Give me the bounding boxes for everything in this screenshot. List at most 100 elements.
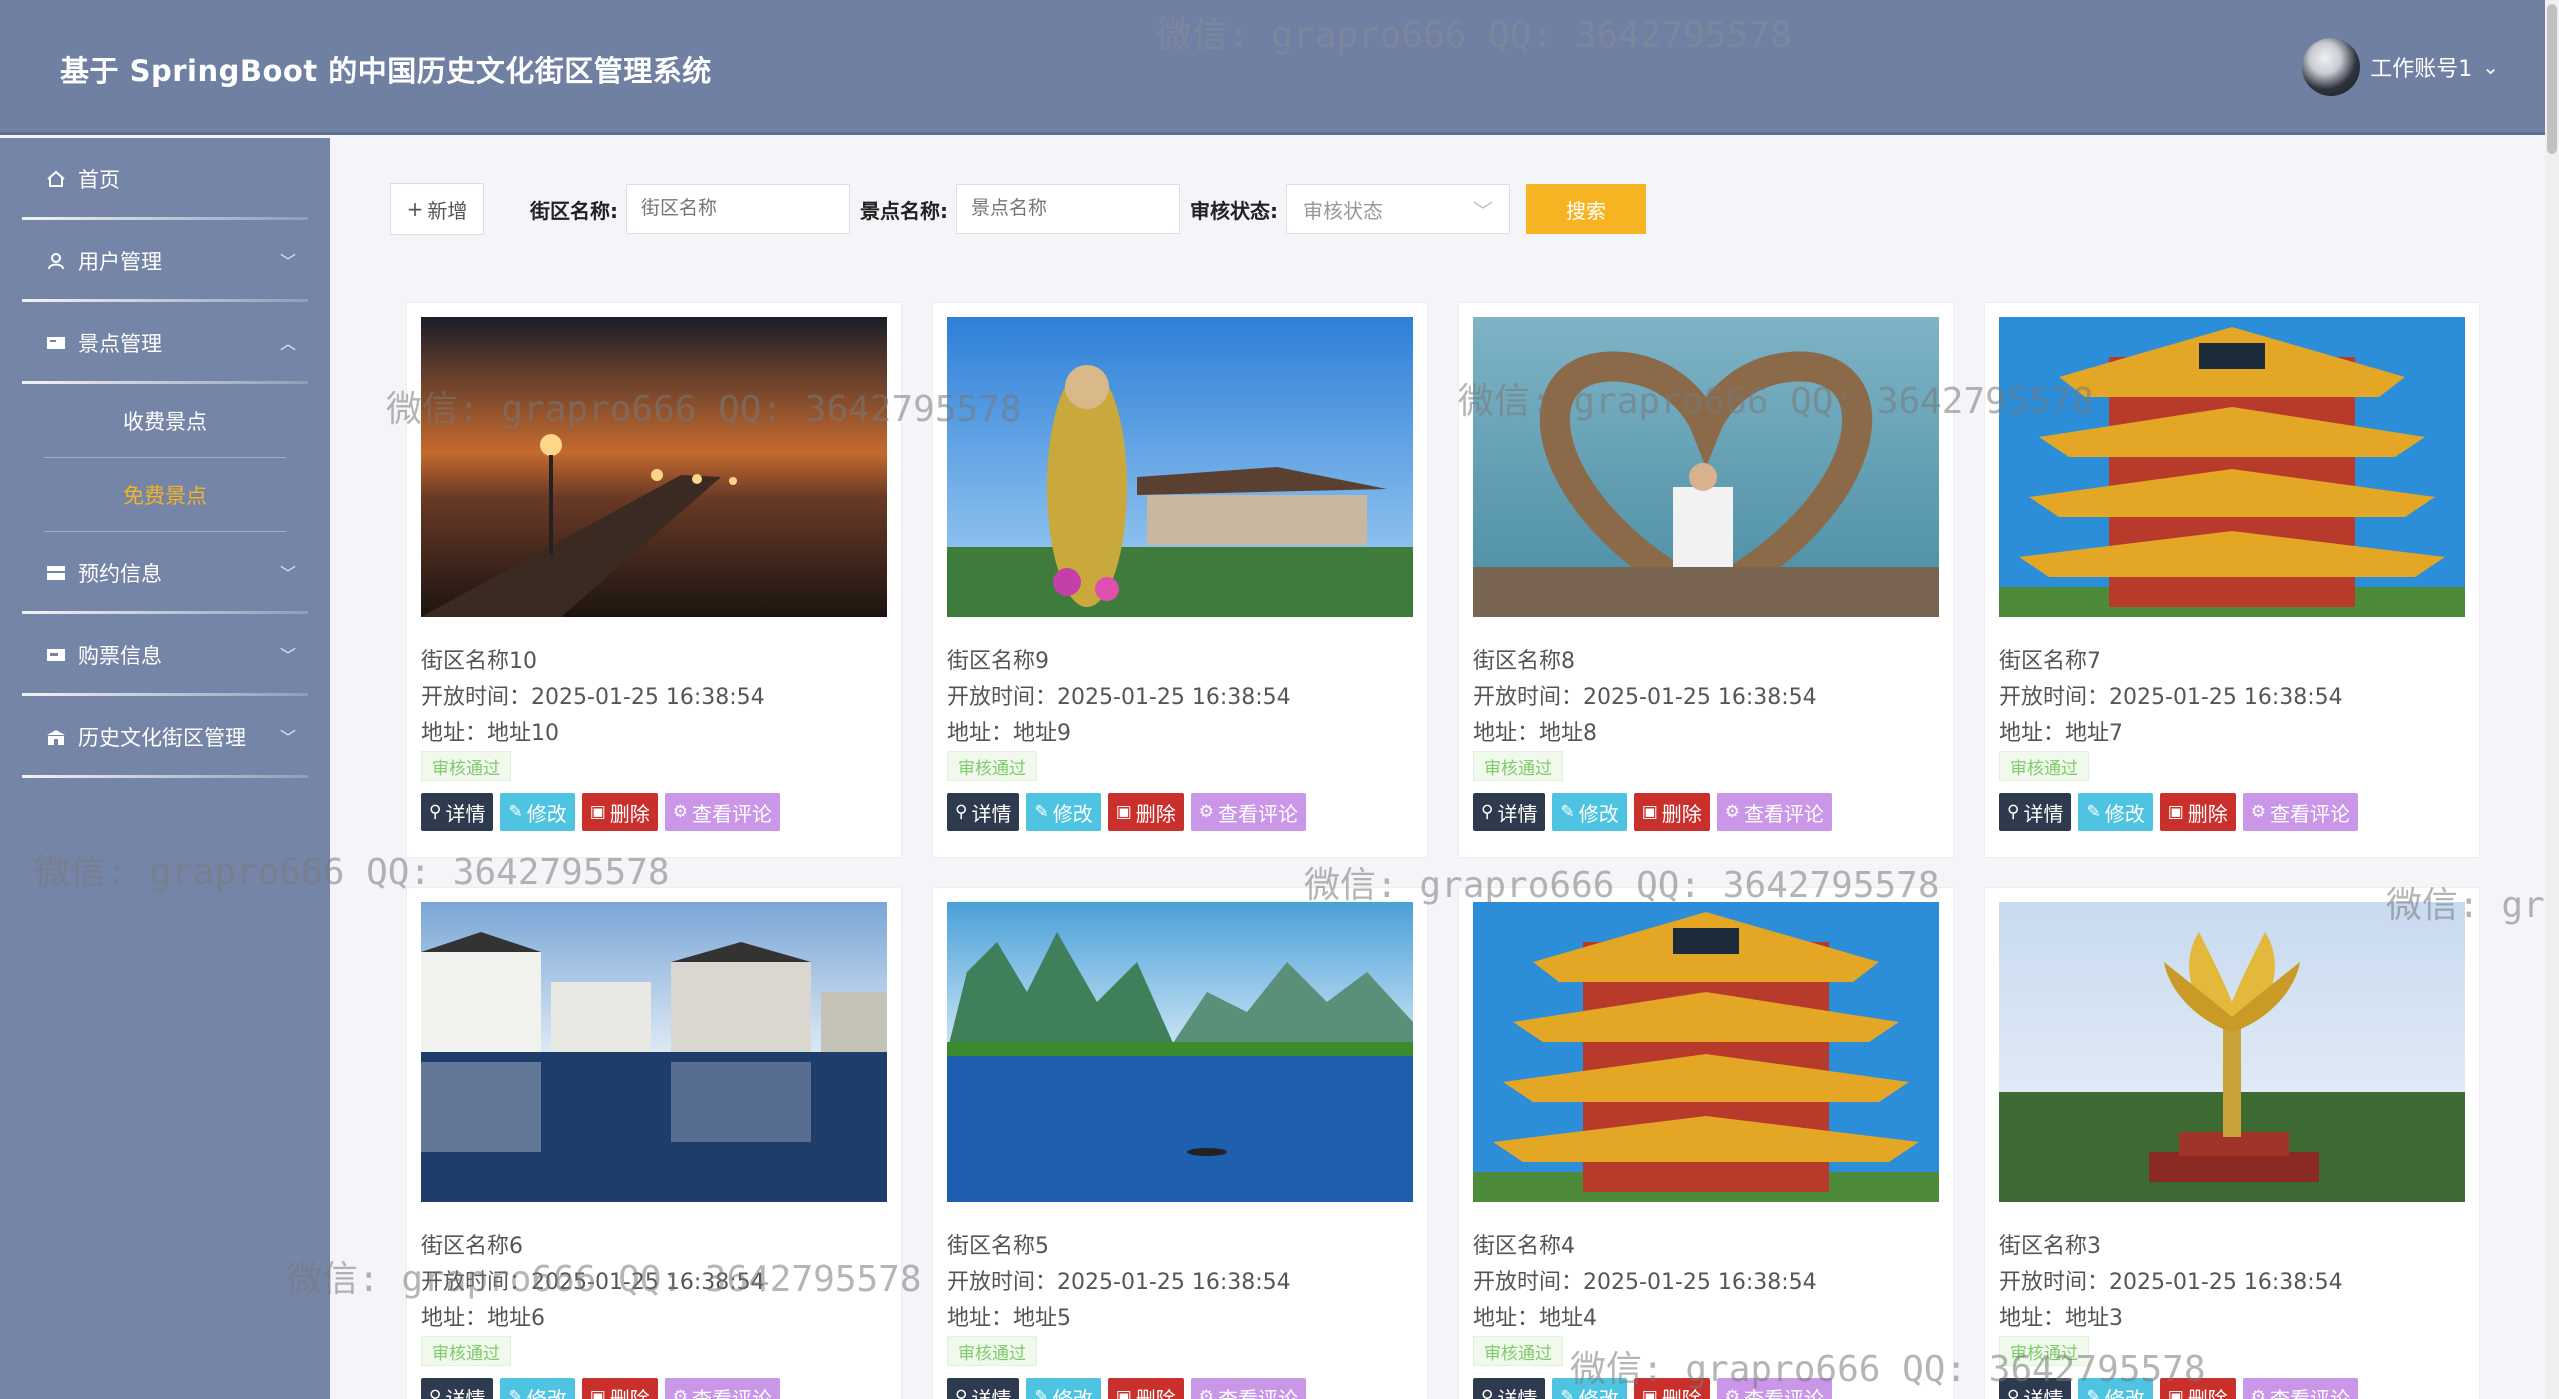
- detail-button[interactable]: ⚲ 详情: [947, 1378, 1020, 1399]
- sidebar-item-label: 购票信息: [78, 644, 162, 668]
- spot-input[interactable]: [956, 184, 1180, 234]
- detail-button[interactable]: ⚲ 详情: [1999, 793, 2072, 831]
- delete-button[interactable]: ▣ 删除: [1633, 793, 1710, 831]
- district-input[interactable]: [626, 184, 850, 234]
- sidebar-item-label: 历史文化街区管理: [78, 726, 246, 750]
- search-button[interactable]: 搜索: [1526, 184, 1646, 234]
- comments-button[interactable]: ⚙ 查看评论: [1716, 793, 1833, 831]
- status-badge: 审核通过: [421, 751, 511, 781]
- search-icon: ⚲: [955, 1387, 968, 1399]
- scrollbar-thumb[interactable]: [2547, 4, 2557, 154]
- search-icon: ⚲: [429, 802, 442, 822]
- detail-button[interactable]: ⚲ 详情: [1473, 793, 1546, 831]
- detail-button[interactable]: ⚲ 详情: [421, 1378, 494, 1399]
- card-title: 街区名称9: [947, 649, 1049, 674]
- edit-icon: ✎: [1560, 802, 1575, 822]
- card-open-time: 开放时间：2025-01-25 16:38:54: [421, 685, 765, 710]
- card-address: 地址：地址10: [421, 721, 560, 746]
- sidebar-subitem-paid[interactable]: 收费景点: [0, 384, 330, 458]
- card-actions: ⚲ 详情 ✎ 修改 ▣ 删除 ⚙ 查看评论: [421, 1378, 781, 1399]
- detail-button[interactable]: ⚲ 详情: [421, 793, 494, 831]
- district-label: 街区名称:: [530, 198, 618, 223]
- edit-button[interactable]: ✎ 修改: [500, 1378, 575, 1399]
- card-title: 街区名称7: [1999, 649, 2101, 674]
- delete-button[interactable]: ▣ 删除: [2159, 793, 2236, 831]
- status-label: 审核状态:: [1190, 198, 1278, 223]
- status-badge: 审核通过: [947, 751, 1037, 781]
- edit-button[interactable]: ✎ 修改: [1026, 793, 1101, 831]
- sidebar-item-home[interactable]: 首页: [0, 138, 330, 220]
- search-toolbar: +新增 街区名称: 景点名称: 审核状态: 审核状态 ﹀ 搜索: [390, 183, 1646, 235]
- comments-button[interactable]: ⚙ 查看评论: [664, 1378, 781, 1399]
- add-button[interactable]: + 新增: [390, 183, 484, 235]
- ticket-icon: [47, 649, 65, 661]
- sidebar-item-booking[interactable]: 预约信息 ﹀: [0, 532, 330, 614]
- sidebar-item-districts[interactable]: 历史文化街区管理 ﹀: [0, 696, 330, 778]
- watermark: 微信: grapro666 QQ: 3642795578: [34, 852, 670, 893]
- card-open-time: 开放时间：2025-01-25 16:38:54: [1473, 1270, 1817, 1295]
- detail-button[interactable]: ⚲ 详情: [1473, 1378, 1546, 1399]
- sidebar-item-tickets[interactable]: 购票信息 ﹀: [0, 614, 330, 696]
- edit-button[interactable]: ✎ 修改: [500, 793, 575, 831]
- comments-button[interactable]: ⚙ 查看评论: [1190, 793, 1307, 831]
- sidebar-item-users[interactable]: 用户管理 ﹀: [0, 220, 330, 302]
- card-actions: ⚲ 详情 ✎ 修改 ▣ 删除 ⚙ 查看评论: [421, 793, 781, 831]
- comments-button[interactable]: ⚙ 查看评论: [2242, 1378, 2359, 1399]
- gear-icon: ⚙: [1198, 1387, 1215, 1399]
- card-image[interactable]: [421, 902, 887, 1202]
- chevron-down-icon: ﹀: [1473, 198, 1493, 223]
- card-image[interactable]: [1999, 902, 2465, 1202]
- comments-button[interactable]: ⚙ 查看评论: [2242, 793, 2359, 831]
- chevron-up-icon: ︿: [279, 334, 296, 353]
- building-icon: [47, 730, 65, 745]
- district-card: 街区名称3 开放时间：2025-01-25 16:38:54 地址：地址3 审核…: [1984, 887, 2480, 1399]
- trash-icon: ▣: [1641, 802, 1658, 822]
- delete-button[interactable]: ▣ 删除: [581, 1378, 658, 1399]
- home-icon: [47, 170, 65, 187]
- card-image[interactable]: [1473, 902, 1939, 1202]
- card-title: 街区名称3: [1999, 1234, 2101, 1259]
- delete-button[interactable]: ▣ 删除: [581, 793, 658, 831]
- booking-icon: [47, 566, 65, 580]
- avatar[interactable]: [2302, 38, 2361, 96]
- card-open-time: 开放时间：2025-01-25 16:38:54: [1473, 685, 1817, 710]
- card-image[interactable]: [1473, 317, 1939, 617]
- card-address: 地址：地址4: [1473, 1306, 1598, 1331]
- edit-button[interactable]: ✎ 修改: [1026, 1378, 1101, 1399]
- gear-icon: ⚙: [1198, 802, 1215, 822]
- user-menu[interactable]: 工作账号1 ⌄: [2302, 38, 2499, 96]
- gear-icon: ⚙: [672, 802, 689, 822]
- sidebar-item-scenic[interactable]: 景点管理 ︿: [0, 302, 330, 384]
- status-select[interactable]: 审核状态 ﹀: [1286, 184, 1510, 234]
- edit-icon: ✎: [1034, 802, 1049, 822]
- gear-icon: ⚙: [2250, 802, 2267, 822]
- app-title: 基于 SpringBoot 的中国历史文化街区管理系统: [60, 54, 712, 88]
- edit-icon: ✎: [508, 802, 523, 822]
- user-name[interactable]: 工作账号1: [2370, 51, 2472, 83]
- chevron-down-icon: ﹀: [279, 728, 296, 747]
- gear-icon: ⚙: [2250, 1387, 2267, 1399]
- gear-icon: ⚙: [672, 1387, 689, 1399]
- detail-button[interactable]: ⚲ 详情: [947, 793, 1020, 831]
- district-card: 街区名称6 开放时间：2025-01-25 16:38:54 地址：地址6 审核…: [406, 887, 902, 1399]
- card-open-time: 开放时间：2025-01-25 16:38:54: [1999, 685, 2343, 710]
- delete-button[interactable]: ▣ 删除: [1107, 1378, 1184, 1399]
- sidebar: 首页 用户管理 ﹀ 景点管理 ︿ 收费景点 免费景点 预约信息 ﹀ 购票信息 ﹀…: [0, 138, 330, 1399]
- sidebar-subitem-free[interactable]: 免费景点: [0, 458, 330, 532]
- card-image[interactable]: [947, 902, 1413, 1202]
- card-image[interactable]: [1999, 317, 2465, 617]
- card-actions: ⚲ 详情 ✎ 修改 ▣ 删除 ⚙ 查看评论: [947, 793, 1307, 831]
- edit-button[interactable]: ✎ 修改: [1552, 793, 1627, 831]
- scrollbar[interactable]: [2545, 0, 2559, 1399]
- comments-button[interactable]: ⚙ 查看评论: [1190, 1378, 1307, 1399]
- search-icon: ⚲: [429, 1387, 442, 1399]
- trash-icon: ▣: [589, 802, 606, 822]
- comments-button[interactable]: ⚙ 查看评论: [664, 793, 781, 831]
- chevron-down-icon[interactable]: ⌄: [2482, 55, 2499, 79]
- search-icon: ⚲: [955, 802, 968, 822]
- delete-button[interactable]: ▣ 删除: [1107, 793, 1184, 831]
- edit-button[interactable]: ✎ 修改: [2078, 793, 2153, 831]
- card-image[interactable]: [947, 317, 1413, 617]
- card-image[interactable]: [421, 317, 887, 617]
- card-address: 地址：地址7: [1999, 721, 2124, 746]
